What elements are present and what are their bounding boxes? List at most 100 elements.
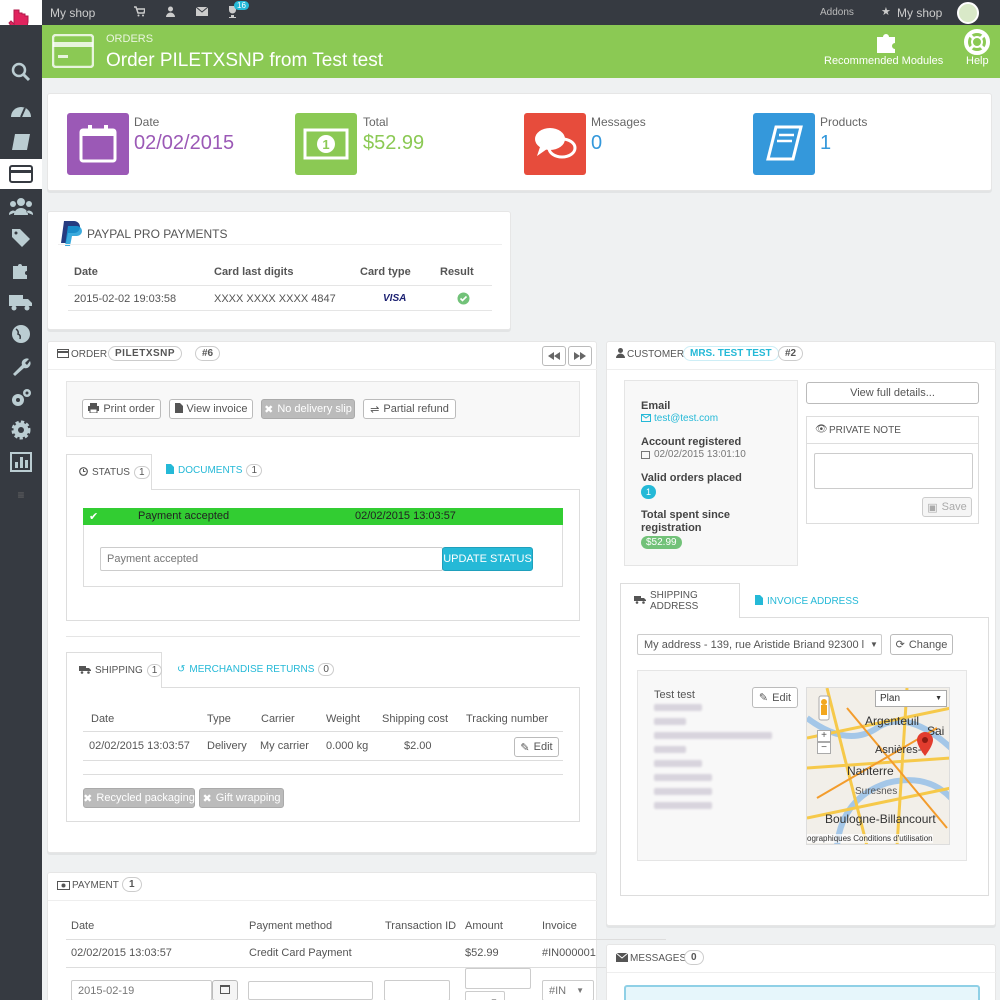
my-shop-link[interactable]: My shop	[897, 6, 942, 20]
help-link[interactable]: Help	[966, 55, 989, 67]
top-bar: My shop 16 Addons ★ My shop	[0, 0, 1000, 40]
calendar-picker-button[interactable]	[212, 980, 238, 1000]
globe-icon[interactable]	[0, 319, 42, 349]
map-label-boulogne: Boulogne-Billancourt	[825, 812, 936, 826]
update-status-button[interactable]: UPDATE STATUS	[442, 547, 533, 571]
customers-icon[interactable]	[0, 191, 42, 221]
kpi-messages-label: Messages	[591, 115, 646, 129]
kpi-products-value: 1	[820, 132, 832, 154]
customer-name-link[interactable]: MRS. TEST TEST	[683, 346, 779, 361]
change-address-button[interactable]: ⟳ Change	[890, 634, 953, 655]
transaction-id-input[interactable]	[384, 980, 450, 1000]
address-well: Test test ✎ Edit + − Plan ▼ Argenteuil S…	[637, 670, 967, 861]
payment-date-input[interactable]: 2015-02-19	[71, 980, 212, 1000]
eye-slash-icon: 👁	[815, 424, 828, 435]
status-select[interactable]: Payment accepted	[100, 547, 443, 571]
tab-shipping-count: 1	[146, 664, 163, 677]
update-status-label: UPDATE STATUS	[443, 553, 532, 565]
view-full-details-button[interactable]: View full details...	[806, 382, 979, 404]
address-line-blurred	[654, 732, 772, 739]
calendar-icon	[67, 113, 129, 175]
money-small-icon	[57, 881, 70, 893]
edit-address-button[interactable]: ✎ Edit	[752, 687, 798, 708]
kpi-total-value: $52.99	[363, 132, 425, 154]
recommended-modules-link[interactable]: Recommended Modules	[824, 55, 943, 67]
print-order-button[interactable]: Print order	[82, 399, 161, 419]
user-icon[interactable]	[165, 6, 176, 20]
svg-text:1: 1	[322, 137, 329, 152]
shop-name[interactable]: My shop	[50, 6, 95, 20]
modules-icon[interactable]	[0, 255, 42, 285]
tab-merchandise-returns[interactable]: ↺ MERCHANDISE RETURNS 0	[177, 663, 334, 676]
gears-icon[interactable]	[0, 383, 42, 413]
save-note-button[interactable]: ▣ Save	[922, 497, 972, 517]
address-select-value: My address - 139, rue Aristide Briand 92…	[644, 638, 864, 651]
menu-collapse-icon[interactable]: ≡	[0, 480, 42, 510]
map-label-suresnes: Suresnes	[855, 786, 898, 797]
valid-orders-label: Valid orders placed	[641, 472, 742, 484]
tab-documents[interactable]: DOCUMENTS 1	[166, 464, 263, 477]
stats-icon[interactable]	[0, 447, 42, 477]
currency-select[interactable]: ▼	[465, 991, 505, 1000]
close-icon: ✖	[202, 792, 212, 805]
avatar[interactable]	[957, 2, 979, 24]
gear-icon[interactable]	[0, 415, 42, 445]
credit-card-icon	[51, 33, 95, 71]
payment-row-invoice: #IN000001	[542, 947, 596, 959]
gift-wrapping-button[interactable]: ✖ Gift wrapping	[199, 788, 284, 808]
paypal-icon	[58, 220, 82, 251]
truck-icon[interactable]	[0, 287, 42, 317]
shipping-col-tracking: Tracking number	[466, 713, 549, 725]
payment-method-input[interactable]	[248, 981, 373, 1000]
shipping-col-date: Date	[91, 713, 115, 725]
envelope-icon[interactable]	[195, 6, 209, 19]
truck-small-icon	[79, 665, 91, 677]
floppy-icon: ▣	[927, 501, 938, 514]
order-number: #6	[195, 346, 221, 361]
private-note-textarea[interactable]	[814, 453, 973, 489]
addons-link[interactable]: Addons	[820, 7, 854, 18]
map-marker-icon[interactable]	[917, 732, 933, 759]
check-icon: ✔	[89, 511, 99, 523]
help-icon[interactable]	[964, 29, 990, 58]
tags-icon[interactable]	[0, 223, 42, 253]
wrench-icon[interactable]	[0, 351, 42, 381]
notification-badge: 16	[234, 1, 249, 10]
tab-shipping-address[interactable]: SHIPPING ADDRESS	[620, 583, 740, 618]
view-invoice-button[interactable]: View invoice	[169, 399, 253, 419]
pegman-icon[interactable]	[817, 692, 831, 722]
tab-status[interactable]: STATUS 1	[66, 454, 152, 490]
amount-input[interactable]	[465, 968, 531, 989]
shipping-row-type: Delivery	[207, 740, 247, 752]
tab-invoice-address[interactable]: INVOICE ADDRESS	[755, 595, 859, 608]
partial-refund-button[interactable]: ⇌ Partial refund	[363, 399, 456, 419]
no-delivery-slip-button[interactable]: ✖ No delivery slip	[261, 399, 355, 419]
cart-icon[interactable]	[134, 6, 146, 20]
zoom-in-button[interactable]: +	[817, 730, 831, 742]
email-link[interactable]: test@test.com	[654, 413, 718, 424]
orders-icon[interactable]	[0, 159, 42, 189]
previous-order-button[interactable]	[542, 346, 566, 366]
view-full-details-label: View full details...	[850, 387, 935, 399]
dashboard-icon[interactable]	[0, 95, 42, 125]
kpi-messages-value: 0	[591, 132, 603, 154]
search-icon[interactable]	[0, 57, 42, 87]
recycled-packaging-button[interactable]: ✖ Recycled packaging	[83, 788, 195, 808]
address-select[interactable]: My address - 139, rue Aristide Briand 92…	[637, 634, 882, 655]
status-history-name: Payment accepted	[138, 510, 230, 522]
edit-tracking-button[interactable]: ✎ Edit	[514, 737, 559, 757]
customer-number: #2	[778, 346, 804, 361]
address-phone-blurred	[654, 802, 712, 809]
map-type-value: Plan	[880, 693, 901, 704]
invoice-select[interactable]: #IN ▼	[542, 980, 594, 1000]
tab-shipping[interactable]: SHIPPING 1	[66, 652, 163, 688]
zoom-out-button[interactable]: −	[817, 742, 831, 754]
catalog-icon[interactable]	[0, 127, 42, 157]
map[interactable]: + − Plan ▼ Argenteuil Sai Asnières-s Nan…	[806, 687, 950, 845]
puzzle-icon[interactable]	[875, 29, 901, 56]
map-type-select[interactable]: Plan ▼	[875, 690, 947, 707]
map-credits[interactable]: ographiques Conditions d'utilisation	[807, 834, 933, 843]
next-order-button[interactable]	[568, 346, 592, 366]
book-icon	[753, 113, 815, 175]
breadcrumb[interactable]: ORDERS	[106, 33, 153, 45]
